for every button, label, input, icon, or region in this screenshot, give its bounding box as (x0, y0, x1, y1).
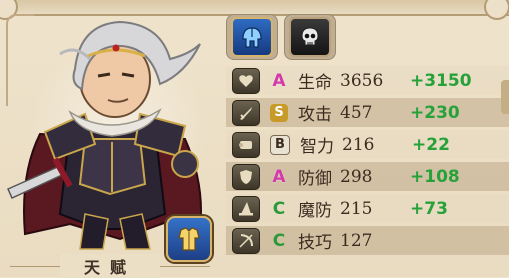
wizard-hat-icon (232, 195, 260, 222)
stat-value: 215 (340, 198, 373, 219)
stat-name: 智力 (300, 137, 334, 157)
stat-grade: A (272, 166, 286, 187)
stat-value: 298 (340, 166, 373, 187)
stat-row-hp: A 生命 3656 +3150 (226, 66, 509, 95)
stat-bonus: +3150 (410, 70, 472, 91)
stat-row-intelligence: B 智力 216 +22 (226, 130, 509, 159)
shield-icon (232, 163, 260, 190)
skull-icon (301, 27, 319, 46)
stat-row-defense: A 防御 298 +108 (226, 162, 509, 191)
stat-row-skill: C 技巧 127 (226, 226, 509, 255)
top-right-ornament (484, 0, 509, 20)
stat-grade: B (270, 134, 290, 155)
talent-title: 天赋 (60, 254, 160, 278)
stat-value: 3656 (340, 70, 384, 91)
stat-bonus: +22 (412, 134, 450, 155)
tab-equipment[interactable] (226, 14, 278, 60)
stat-bonus: +230 (410, 102, 460, 123)
stat-grade: S (270, 103, 288, 122)
stat-value: 127 (340, 230, 373, 251)
helmet-icon (242, 27, 262, 48)
scroll-icon (232, 131, 260, 158)
stat-name: 技巧 (298, 233, 332, 253)
stat-name: 生命 (298, 73, 332, 93)
bow-icon (232, 227, 260, 254)
stats-list: A 生命 3656 +3150 S 攻击 457 +230 B 智力 216 +… (226, 66, 509, 258)
tab-skull[interactable] (284, 14, 336, 60)
stat-name: 防御 (298, 169, 332, 189)
stat-name: 魔防 (298, 201, 332, 221)
talent-section-header: 天赋 (0, 254, 225, 278)
armor-icon (178, 227, 200, 251)
stat-bonus: +73 (410, 198, 448, 219)
stat-grade: C (272, 230, 286, 251)
stat-row-attack: S 攻击 457 +230 (226, 98, 509, 127)
panel-edge-ornament (501, 80, 509, 114)
heart-icon (232, 67, 260, 94)
sword-icon (232, 99, 260, 126)
stat-bonus: +108 (410, 166, 460, 187)
stat-grade: A (272, 70, 286, 91)
hero-portrait (0, 14, 225, 262)
stat-value: 216 (342, 134, 375, 155)
stat-row-magic-defense: C 魔防 215 +73 (226, 194, 509, 223)
stat-grade: C (272, 198, 286, 219)
panel-tabs (226, 14, 336, 60)
stat-value: 457 (340, 102, 373, 123)
stat-name: 攻击 (298, 105, 332, 125)
